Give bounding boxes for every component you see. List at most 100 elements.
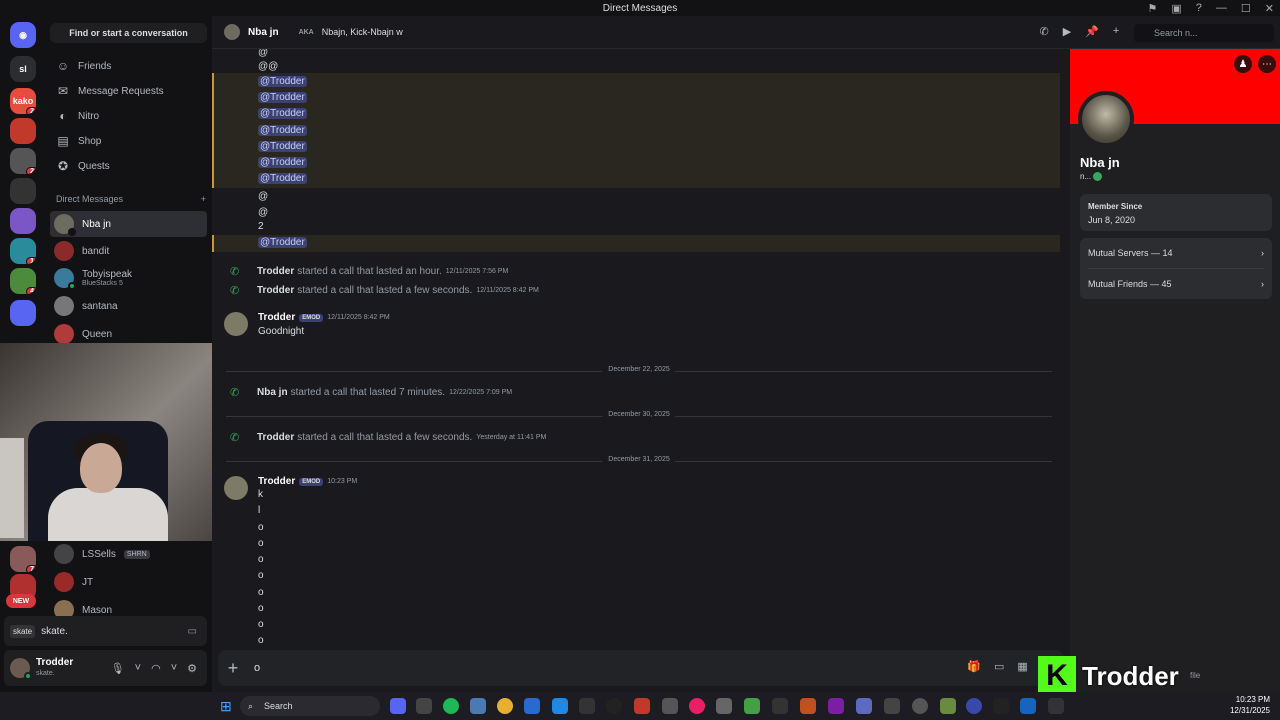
server-folder[interactable] <box>10 300 36 326</box>
nav-shop[interactable]: ▤ Shop <box>50 130 207 152</box>
chevron-down-icon[interactable]: ˅ <box>135 662 141 675</box>
server-icon[interactable] <box>10 208 36 234</box>
server-icon[interactable]: 4 <box>10 268 36 294</box>
message-composer[interactable]: + o 🎁 ▭ ▦ ☺ <box>218 650 1064 686</box>
message-line: @ <box>258 207 269 218</box>
video-icon[interactable]: ▶ <box>1063 25 1071 38</box>
pin-icon[interactable]: 📌 <box>1085 25 1099 38</box>
user-mention[interactable]: @Trodder <box>258 157 307 168</box>
avatar[interactable] <box>224 476 248 500</box>
add-dm-button[interactable]: + <box>201 194 206 204</box>
user-mention[interactable]: @Trodder <box>258 125 307 136</box>
home-button[interactable]: ◉ <box>10 22 36 48</box>
server-kako[interactable]: kako 2 <box>10 88 36 114</box>
spotify-taskbar-icon[interactable] <box>443 698 459 714</box>
add-friend-button[interactable]: ♟ <box>1234 55 1252 73</box>
chevron-down-icon[interactable]: ˅ <box>171 662 177 675</box>
app-taskbar-icon[interactable] <box>912 698 928 714</box>
find-conversation-button[interactable]: Find or start a conversation <box>50 23 207 43</box>
screen-icon[interactable]: ▭ <box>188 626 197 637</box>
app-taskbar-icon[interactable] <box>940 698 956 714</box>
server-icon[interactable]: 1 <box>10 238 36 264</box>
server-icon[interactable]: 2 <box>10 148 36 174</box>
nav-message-requests[interactable]: ✉ Message Requests <box>50 80 207 102</box>
dm-tobyispeak[interactable]: Tobyispeak BlueStacks 5 <box>50 265 207 291</box>
dm-santana[interactable]: santana <box>50 293 207 319</box>
microphone-icon[interactable]: 🎙 <box>111 662 125 675</box>
gif-icon[interactable]: ▭ <box>994 660 1004 673</box>
app-taskbar-icon[interactable] <box>828 698 844 714</box>
dm-jt[interactable]: JT <box>50 569 207 595</box>
app-taskbar-icon[interactable] <box>884 698 900 714</box>
app-taskbar-icon[interactable] <box>524 698 540 714</box>
taskbar-search[interactable]: ⌕ Search <box>240 696 380 716</box>
add-friend-icon[interactable]: + <box>1113 25 1119 38</box>
message-input[interactable]: o <box>254 662 260 674</box>
avatar[interactable] <box>10 658 32 680</box>
user-mention[interactable]: @Trodder <box>258 92 307 103</box>
system-clock[interactable]: 10:23 PM 12/31/2025 <box>1230 694 1270 716</box>
date-divider: December 30, 2025 <box>226 411 1052 418</box>
chevron-right-icon: › <box>1261 248 1264 258</box>
dm-lssells[interactable]: LSSells SHRN <box>50 541 207 567</box>
server-icon[interactable] <box>10 118 36 144</box>
app-taskbar-icon[interactable] <box>470 698 486 714</box>
activity-card[interactable]: skate skate. ▭ <box>4 616 207 646</box>
dm-nba-jn[interactable]: Nba jn <box>50 211 207 237</box>
user-mention[interactable]: @Trodder <box>258 173 307 184</box>
shop-icon: ▤ <box>57 134 69 148</box>
app-taskbar-icon[interactable] <box>579 698 595 714</box>
more-options-button[interactable]: ⋯ <box>1258 55 1276 73</box>
sticker-icon[interactable]: ▦ <box>1017 660 1027 673</box>
app-taskbar-icon[interactable] <box>966 698 982 714</box>
app-taskbar-icon[interactable] <box>689 698 705 714</box>
user-mention[interactable]: @Trodder <box>258 141 307 152</box>
gear-icon[interactable]: ⚙ <box>187 662 197 675</box>
app-taskbar-icon[interactable] <box>800 698 816 714</box>
avatar[interactable] <box>224 312 248 336</box>
nav-nitro[interactable]: ◐ Nitro <box>50 105 207 127</box>
mutual-friends-row[interactable]: Mutual Friends — 45 › <box>1080 269 1272 299</box>
server-icon[interactable]: 7 <box>10 546 36 572</box>
app-taskbar-icon[interactable] <box>1020 698 1036 714</box>
app-taskbar-icon[interactable] <box>416 698 432 714</box>
app-taskbar-icon[interactable] <box>716 698 732 714</box>
app-taskbar-icon[interactable] <box>856 698 872 714</box>
app-taskbar-icon[interactable] <box>1048 698 1064 714</box>
phone-icon[interactable]: ✆ <box>1040 25 1049 38</box>
nitro-icon: ◐ <box>59 109 67 123</box>
app-taskbar-icon[interactable] <box>993 698 1009 714</box>
add-attachment-button[interactable]: + <box>218 658 248 679</box>
search-input[interactable]: Search n... <box>1134 24 1274 42</box>
minimize-button[interactable]: — <box>1216 2 1227 14</box>
app-taskbar-icon[interactable] <box>606 698 622 714</box>
user-mention[interactable]: @Trodder <box>258 108 307 119</box>
close-button[interactable]: ✕ <box>1265 2 1274 15</box>
user-mention[interactable]: @Trodder <box>258 76 307 87</box>
phone-icon: ✆ <box>230 266 240 278</box>
user-mention[interactable]: @Trodder <box>258 237 307 248</box>
window-title: Direct Messages <box>602 2 678 14</box>
app-taskbar-icon[interactable] <box>634 698 650 714</box>
maximize-button[interactable]: ☐ <box>1241 2 1251 15</box>
server-sl[interactable]: sl <box>10 56 36 82</box>
app-taskbar-icon[interactable] <box>662 698 678 714</box>
discord-taskbar-icon[interactable] <box>390 698 406 714</box>
chrome-taskbar-icon[interactable] <box>497 698 513 714</box>
app-taskbar-icon[interactable] <box>744 698 760 714</box>
app-taskbar-icon[interactable] <box>772 698 788 714</box>
headphones-icon[interactable]: ◠ <box>151 662 161 675</box>
dm-bandit[interactable]: bandit <box>50 238 207 264</box>
app-taskbar-icon[interactable] <box>552 698 568 714</box>
gift-icon[interactable]: 🎁 <box>967 660 981 673</box>
inbox-icon[interactable]: ⚑ <box>1148 2 1158 15</box>
mutual-servers-row[interactable]: Mutual Servers — 14 › <box>1080 238 1272 268</box>
profile-avatar[interactable] <box>1078 91 1134 147</box>
avatar <box>224 24 240 40</box>
server-icon[interactable] <box>10 178 36 204</box>
screen-icon[interactable]: ▣ <box>1171 2 1181 15</box>
windows-start-icon[interactable]: ⊞ <box>220 698 232 715</box>
nav-friends[interactable]: ☺ Friends <box>50 55 207 77</box>
help-icon[interactable]: ? <box>1196 2 1202 14</box>
nav-quests[interactable]: ✪ Quests <box>50 155 207 177</box>
